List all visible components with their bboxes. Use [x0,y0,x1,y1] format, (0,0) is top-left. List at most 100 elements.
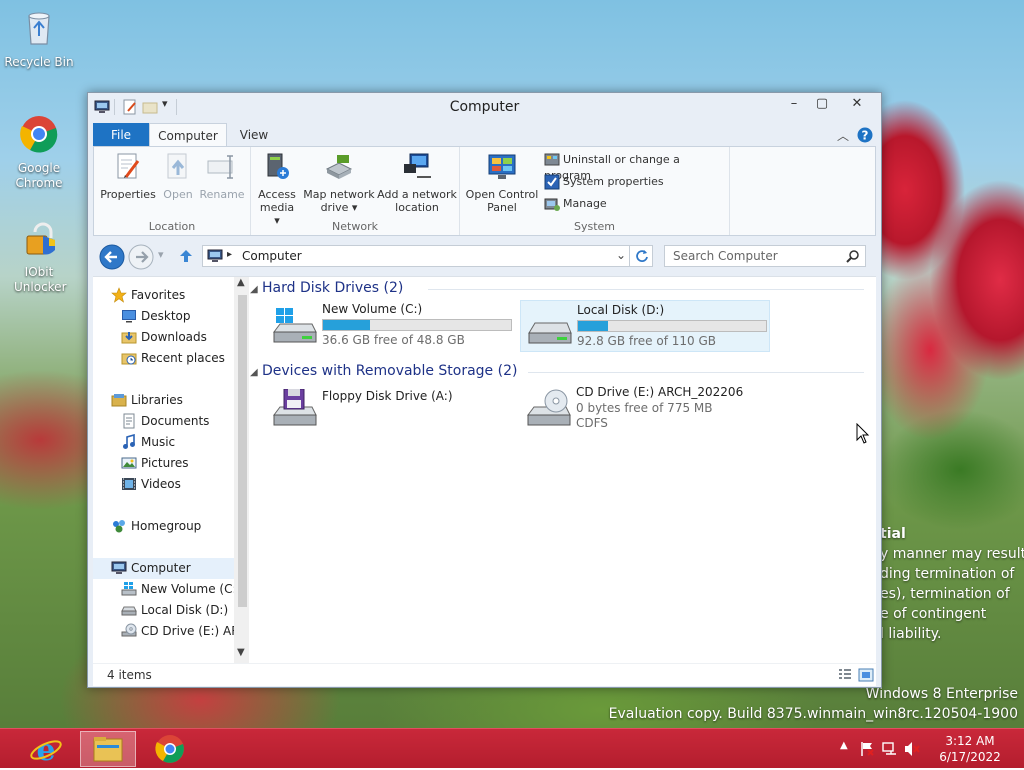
help-icon[interactable]: ? [857,127,873,143]
nav-label: Music [141,435,176,449]
cd-drive-icon [527,389,571,426]
forward-arrow-icon[interactable] [128,244,154,270]
rename-button[interactable]: Rename [198,151,246,201]
drive-tile-e[interactable]: CD Drive (E:) ARCH_202206 0 bytes free o… [520,383,770,435]
drive-tile-c[interactable]: New Volume (C:) 36.6 GB free of 48.8 GB [266,300,516,352]
up-arrow-icon[interactable] [178,248,194,264]
maximize-button[interactable]: ▢ [808,94,836,114]
nav-music[interactable]: Music [121,432,175,453]
nav-new-volume-c[interactable]: New Volume (C:) [121,579,241,600]
desktop-icon-recycle-bin[interactable]: Recycle Bin [4,8,74,70]
network-icon[interactable] [882,741,898,757]
properties-button[interactable]: Properties [100,151,156,201]
taskbar-internet-explorer[interactable]: e [18,731,74,768]
address-dropdown-icon[interactable]: ⌄ [616,248,626,262]
drive-tile-d[interactable]: Local Disk (D:) 92.8 GB free of 110 GB [520,300,770,352]
nav-videos[interactable]: Videos [121,474,181,495]
taskbar-file-explorer[interactable] [80,731,136,767]
network-location-icon [404,153,431,178]
nav-label: Desktop [141,309,191,323]
nav-cd-drive-e[interactable]: CD Drive (E:) ARC [121,621,247,642]
ribbon-group-network: Access media ▾ Map network drive ▾ Add a… [251,147,460,235]
collapse-group-icon[interactable]: ◢ [250,284,258,295]
rename-label: Rename [199,188,245,201]
libraries-icon [111,393,127,406]
add-network-location-button[interactable]: Add a network location [377,151,457,214]
add-network-location-line1: Add a network [377,188,457,201]
group-header-hard-disk-drives[interactable]: Hard Disk Drives (2) [262,280,403,296]
homegroup-icon [113,519,125,532]
breadcrumb-separator-icon[interactable]: ▸ [227,249,232,260]
system-tray: ▲ 3:12 AM 6/17/2022 [834,729,1024,769]
speaker-muted-icon[interactable] [904,741,920,757]
tab-view[interactable]: View [227,123,281,147]
action-center-flag-icon[interactable] [860,741,874,757]
scrollbar-thumb[interactable] [238,295,247,607]
ribbon-group-label: Location [148,220,196,233]
nav-homegroup[interactable]: Homegroup [111,516,201,537]
drive-usage-bar [577,320,767,332]
open-button[interactable]: Open [158,151,198,201]
manage-button[interactable]: Manage [544,196,607,212]
drive-name: CD Drive (E:) ARCH_202206 [576,385,744,399]
pictures-icon [121,457,137,468]
background-text-line: l liability. [880,626,942,642]
collapse-ribbon-icon[interactable]: ︿ [837,127,849,144]
drive-tile-a[interactable]: Floppy Disk Drive (A:) [266,383,516,435]
details-view-icon[interactable] [838,668,852,682]
breadcrumb-computer[interactable]: Computer [242,249,302,263]
open-icon [167,153,187,179]
nav-libraries[interactable]: Libraries [111,390,183,411]
desktop-icon-label: Recycle Bin [4,55,74,69]
manage-icon [544,198,560,211]
tab-file[interactable]: File [93,123,149,147]
taskbar-clock[interactable]: 3:12 AM 6/17/2022 [930,733,1010,765]
nav-favorites[interactable]: Favorites [111,285,185,306]
minimize-button[interactable]: – [780,94,808,114]
drive-name: New Volume (C:) [322,302,423,316]
taskbar-google-chrome[interactable] [142,731,198,767]
nav-documents[interactable]: Documents [121,411,209,432]
system-properties-label: System properties [563,175,664,188]
nav-desktop[interactable]: Desktop [121,306,191,327]
nav-pictures[interactable]: Pictures [121,453,189,474]
system-properties-button[interactable]: System properties [544,174,664,190]
nav-recent-places[interactable]: Recent places [121,348,225,369]
show-hidden-icons-icon[interactable]: ▲ [840,740,848,751]
scroll-up-icon[interactable]: ▲ [237,277,245,288]
item-count: 4 items [107,668,152,682]
chrome-icon [155,735,184,763]
internet-explorer-icon: e [30,733,62,768]
tab-computer[interactable]: Computer [149,123,227,147]
back-arrow-icon[interactable] [99,244,125,270]
close-button[interactable]: ✕ [840,94,874,114]
desktop-icon-google-chrome[interactable]: Google Chrome [4,114,74,191]
nav-label: Homegroup [131,519,202,533]
nav-label: Libraries [131,393,183,407]
nav-computer[interactable]: Computer [93,558,234,579]
title-bar[interactable]: ▾ Computer – ▢ ✕ [88,93,881,123]
ribbon-group-system: Open Control Panel Uninstall or change a… [460,147,730,235]
map-network-drive-button[interactable]: Map network drive ▾ [303,151,375,214]
access-media-button[interactable]: Access media ▾ [257,151,297,227]
control-panel-icon [488,154,516,179]
desktop-icon-iobit-unlocker[interactable]: IObit Unlocker [4,218,74,295]
nav-label: Favorites [131,288,186,302]
search-icon[interactable] [846,249,860,263]
nav-downloads[interactable]: Downloads [121,327,207,348]
refresh-icon[interactable] [635,249,649,263]
recent-locations-chevron-icon[interactable]: ▾ [158,248,164,261]
scroll-down-icon[interactable]: ▼ [237,647,245,658]
ribbon-tabs: File Computer View ︿ ? [93,123,876,147]
nav-pane-scrollbar[interactable]: ▲ ▼ [234,277,249,664]
address-bar[interactable]: ▸ Computer ⌄ [202,245,653,267]
background-window-text: tial y manner may result ding terminatio… [880,524,1024,644]
search-input[interactable] [664,245,866,267]
nav-local-disk-d[interactable]: Local Disk (D:) [121,600,228,621]
floppy-drive-icon [273,389,317,426]
ribbon-group-label: System [573,220,616,233]
collapse-group-icon[interactable]: ◢ [250,367,258,378]
open-control-panel-button[interactable]: Open Control Panel [464,151,540,214]
group-header-removable-storage[interactable]: Devices with Removable Storage (2) [262,363,517,379]
large-icons-view-icon[interactable] [858,667,874,683]
